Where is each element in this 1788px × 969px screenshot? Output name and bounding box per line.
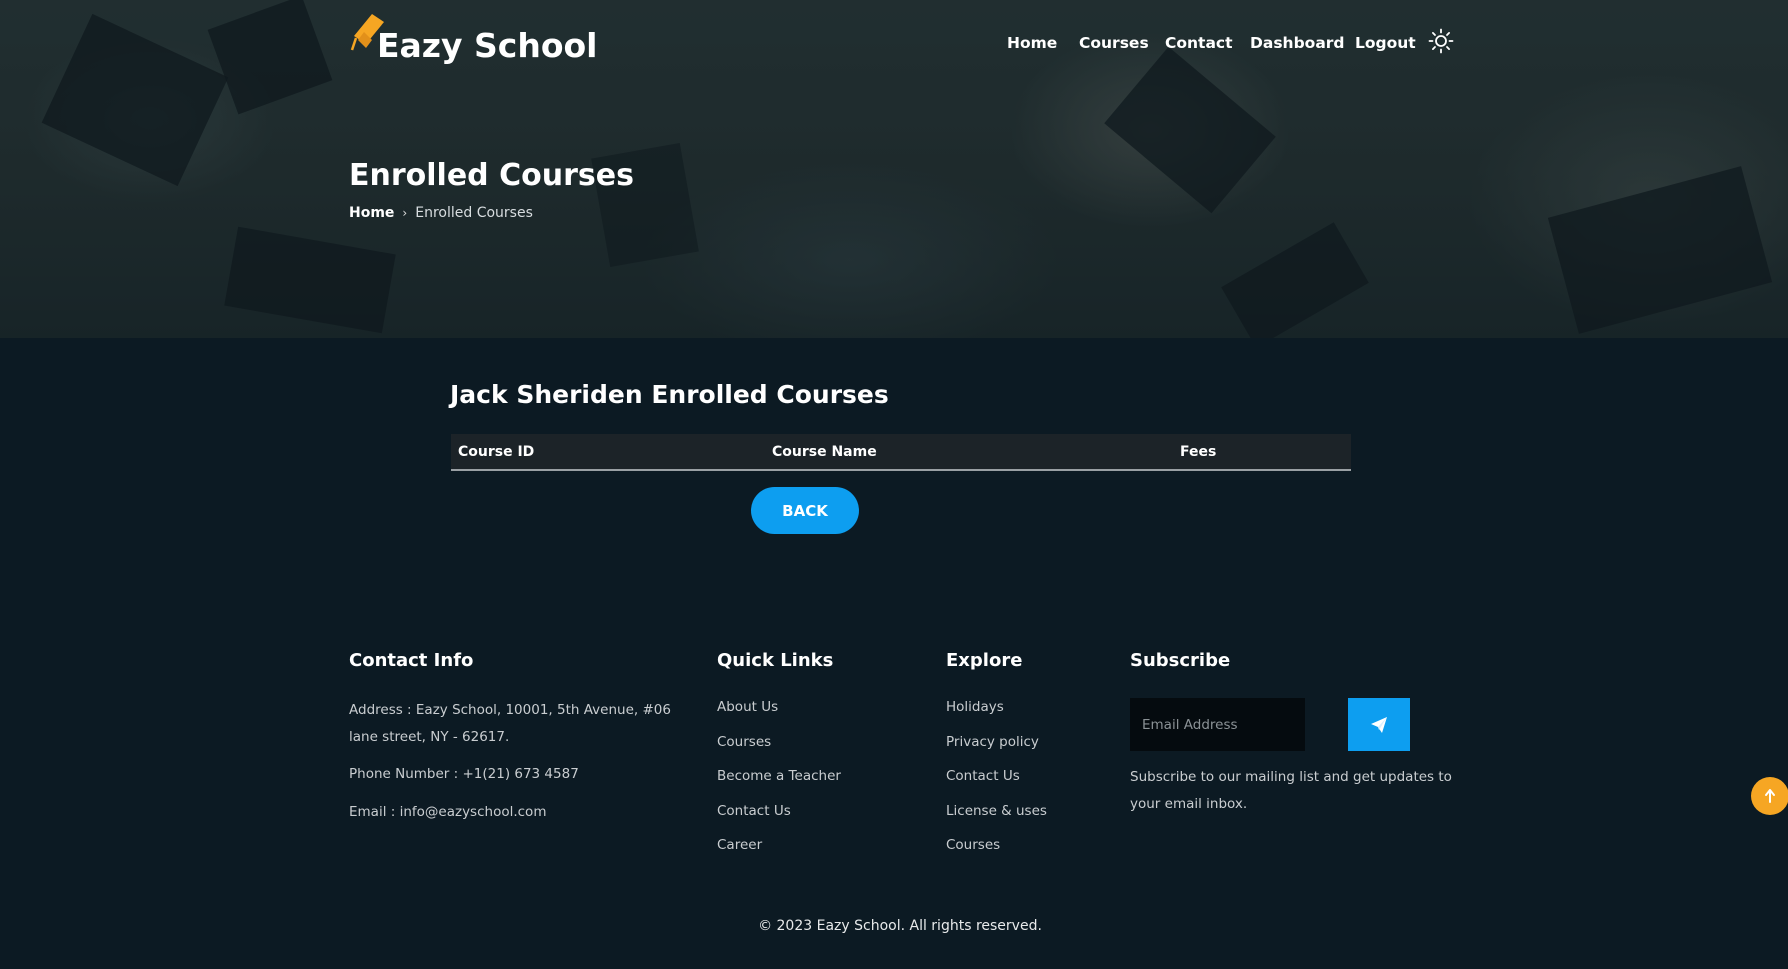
subscribe-email-input[interactable]	[1130, 698, 1305, 751]
enrolled-courses-heading: Jack Sheriden Enrolled Courses	[450, 380, 889, 409]
quick-link-courses[interactable]: Courses	[717, 734, 771, 750]
quick-link-contact-us[interactable]: Contact Us	[717, 803, 791, 819]
footer-explore-title: Explore	[946, 650, 1023, 671]
enrolled-courses-table: Course ID Course Name Fees	[451, 434, 1351, 471]
arrow-up-icon	[1765, 789, 1775, 803]
top-navbar: Eazy School Home Courses Contact Dashboa…	[0, 0, 1788, 90]
contact-address-line1: Address : Eazy School, 10001, 5th Avenue…	[349, 702, 671, 718]
subscribe-text-line2: your email inbox.	[1130, 796, 1248, 812]
graduation-cap-shape	[1221, 222, 1369, 338]
explore-link-courses[interactable]: Courses	[946, 837, 1000, 853]
brand-name: Eazy School	[377, 26, 598, 65]
quick-link-about-us[interactable]: About Us	[717, 699, 778, 715]
chevron-right-icon: ›	[402, 206, 408, 220]
contact-phone: Phone Number : +1(21) 673 4587	[349, 766, 579, 782]
footer-contact-title: Contact Info	[349, 650, 474, 671]
quick-link-career[interactable]: Career	[717, 837, 762, 853]
breadcrumb-home[interactable]: Home	[349, 205, 394, 221]
page-title: Enrolled Courses	[349, 158, 634, 193]
nav-logout[interactable]: Logout	[1355, 34, 1416, 52]
footer-quick-links-title: Quick Links	[717, 650, 834, 671]
contact-email: Email : info@eazyschool.com	[349, 804, 547, 820]
explore-link-privacy-policy[interactable]: Privacy policy	[946, 734, 1039, 750]
paper-plane-icon	[1371, 716, 1387, 733]
nav-courses[interactable]: Courses	[1079, 34, 1149, 52]
footer-subscribe-title: Subscribe	[1130, 650, 1231, 671]
logo[interactable]: Eazy School	[350, 8, 598, 64]
explore-link-contact-us[interactable]: Contact Us	[946, 768, 1020, 784]
sun-icon[interactable]	[1428, 28, 1454, 54]
column-header-course-id: Course ID	[458, 444, 535, 460]
subscribe-send-button[interactable]	[1348, 698, 1410, 751]
column-header-fees: Fees	[1180, 444, 1217, 460]
nav-contact[interactable]: Contact	[1165, 34, 1233, 52]
breadcrumb: Home › Enrolled Courses	[349, 205, 533, 221]
column-header-course-name: Course Name	[772, 444, 877, 460]
subscribe-text-line1: Subscribe to our mailing list and get up…	[1130, 769, 1452, 785]
copyright: © 2023 Eazy School. All rights reserved.	[758, 918, 1042, 934]
graduation-cap-shape	[224, 226, 396, 334]
back-button[interactable]: BACK	[751, 487, 859, 534]
graduation-cap-icon	[350, 14, 384, 51]
nav-home[interactable]: Home	[1007, 34, 1057, 52]
scroll-to-top-button[interactable]	[1751, 777, 1788, 815]
explore-link-license[interactable]: License & uses	[946, 803, 1047, 819]
contact-address-line2: lane street, NY - 62617.	[349, 729, 510, 745]
graduation-cap-shape	[1547, 166, 1773, 334]
nav-dashboard[interactable]: Dashboard	[1250, 34, 1345, 52]
quick-link-become-teacher[interactable]: Become a Teacher	[717, 768, 841, 784]
explore-link-holidays[interactable]: Holidays	[946, 699, 1004, 715]
breadcrumb-current: Enrolled Courses	[415, 205, 533, 221]
